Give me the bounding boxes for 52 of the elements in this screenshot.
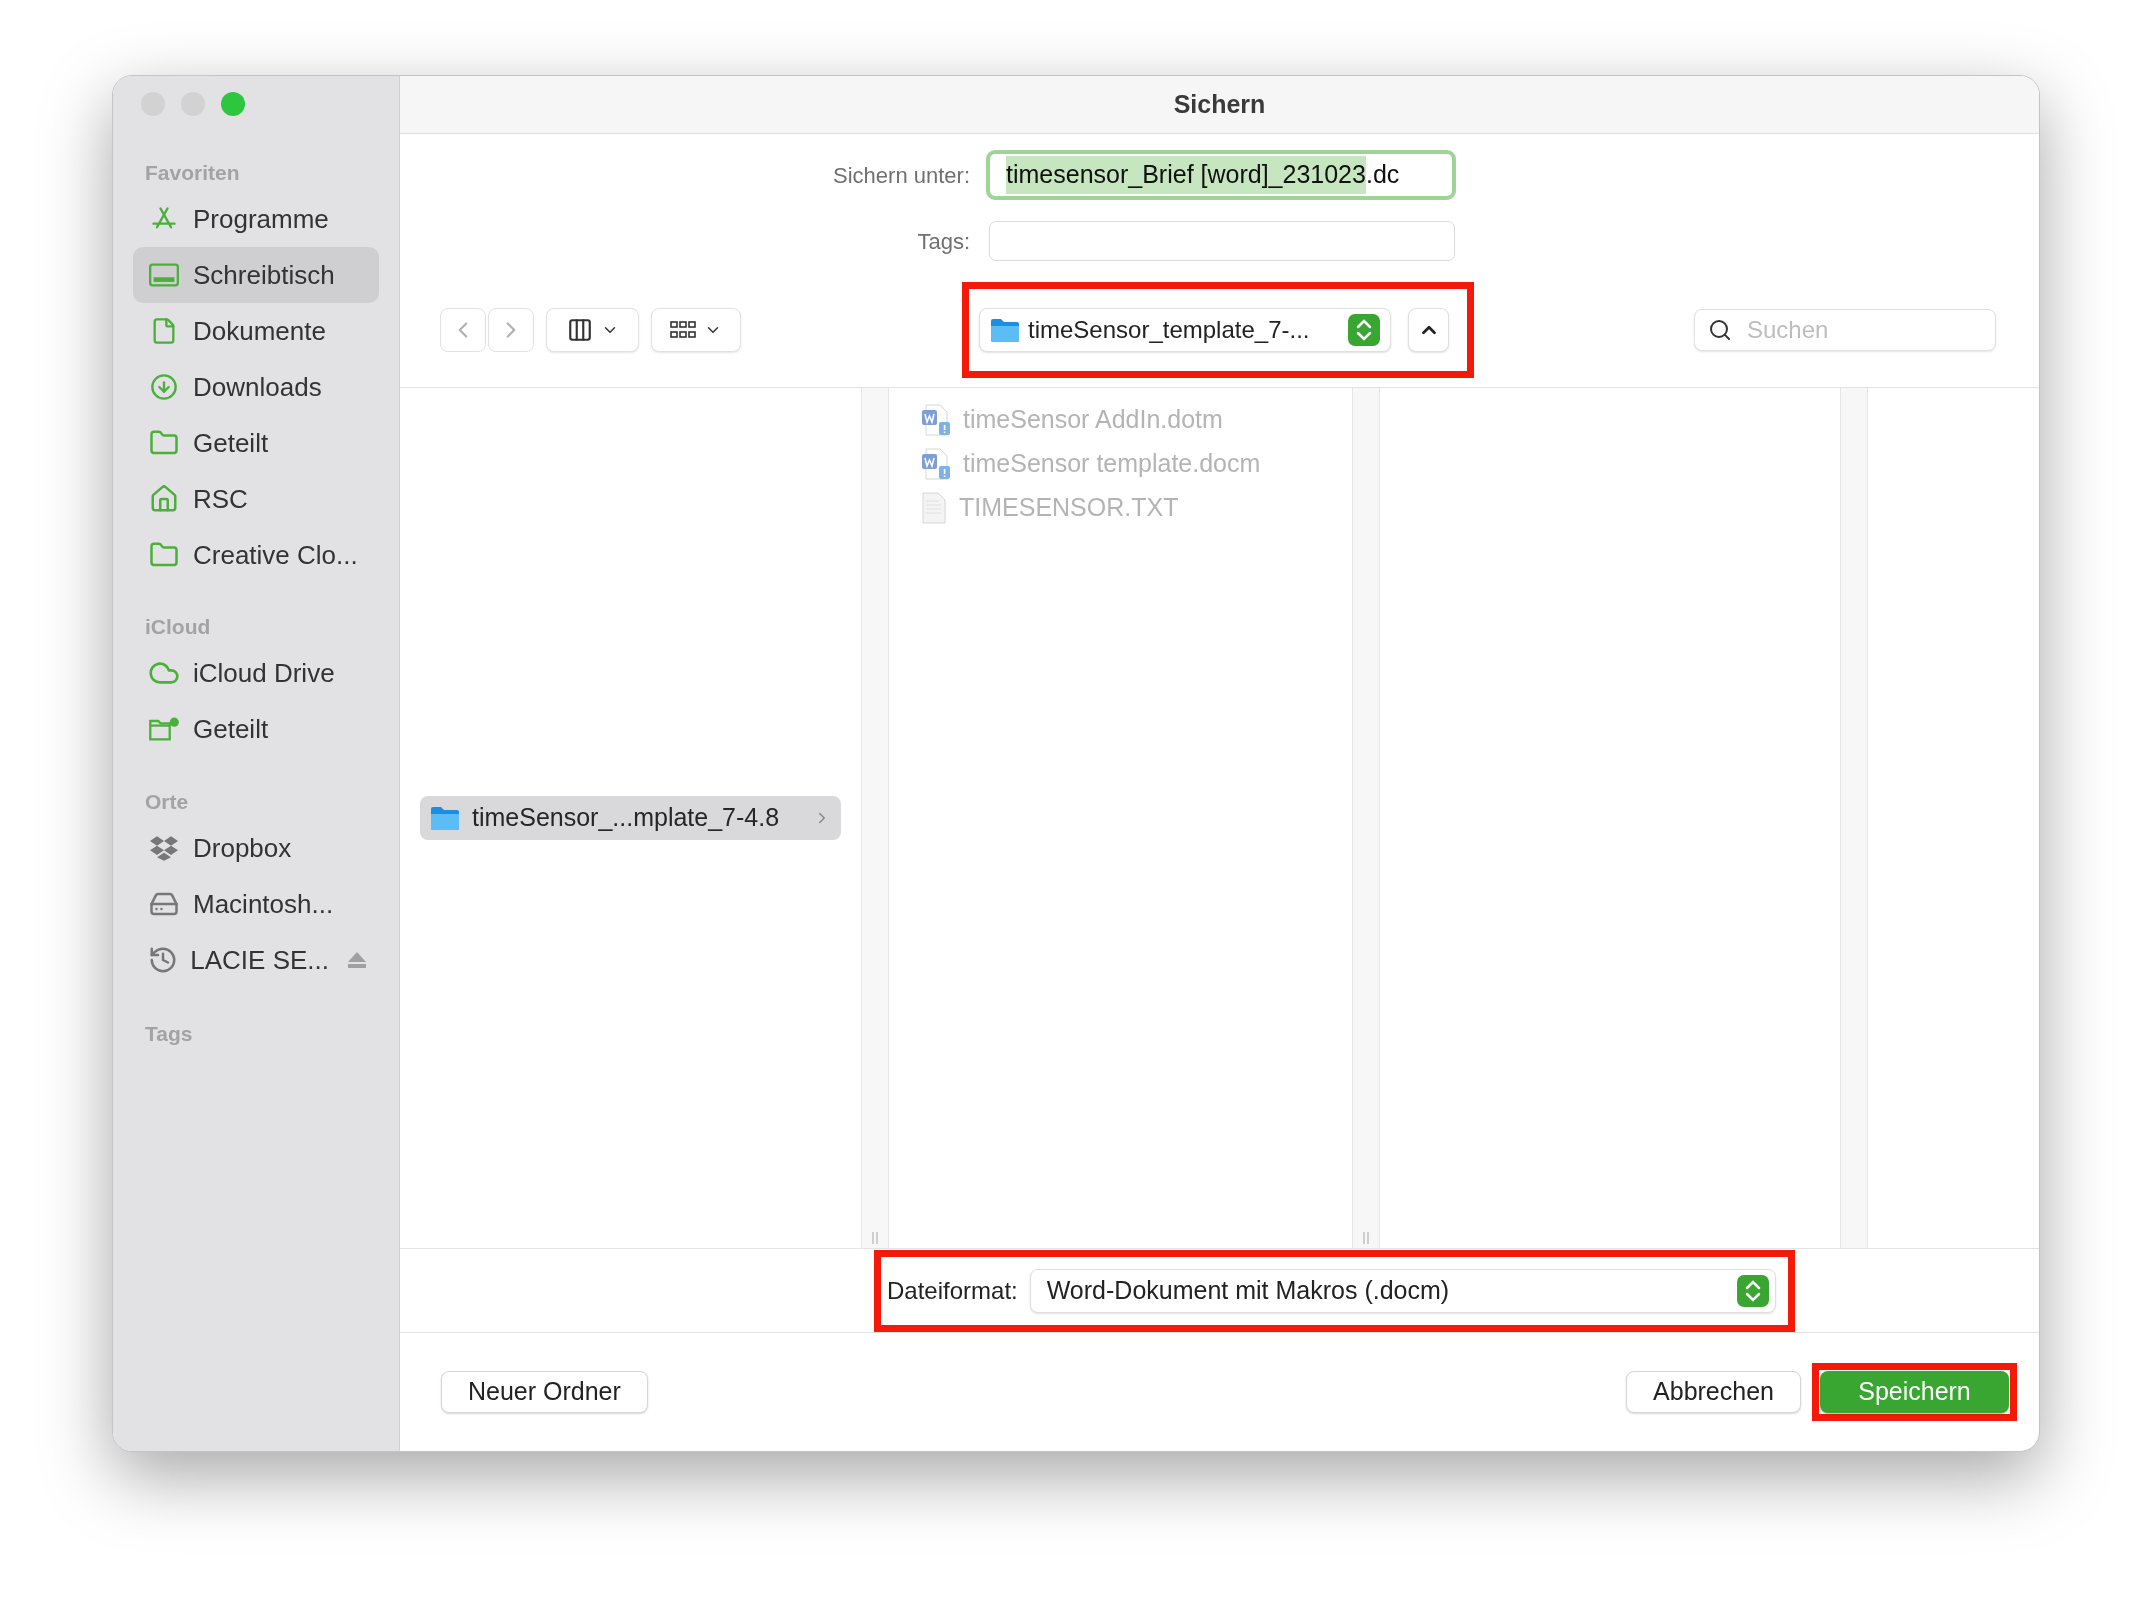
sidebar-item[interactable]: RSC [133, 471, 379, 527]
filename-field[interactable]: timesensor_Brief [word]_231023.dc [986, 150, 1456, 200]
section-header: iCloud [145, 614, 211, 641]
columns-icon [566, 317, 593, 343]
word-document-icon [921, 448, 951, 480]
format-popup[interactable]: Word-Dokument mit Makros (.docm) [1029, 1268, 1776, 1313]
sidebar-item[interactable]: Dropbox [133, 820, 379, 876]
sidebar-item[interactable]: Geteilt [133, 415, 379, 471]
stepper-icon [1736, 1274, 1769, 1307]
section-header: Orte [145, 789, 189, 816]
sidebar-item[interactable]: LACIE SE... [133, 932, 379, 988]
collapse-button[interactable] [1408, 308, 1449, 352]
view-mode-button[interactable] [546, 308, 639, 352]
folder-icon [430, 805, 460, 831]
forward-button[interactable] [488, 308, 534, 352]
sidebar-item[interactable]: Macintosh... [133, 876, 379, 932]
download-icon [150, 373, 178, 401]
window-title: Sichern [1173, 88, 1266, 120]
grid-icon [670, 320, 696, 340]
field-label: Tags: [916, 227, 970, 256]
back-button[interactable] [440, 308, 486, 352]
home-icon [149, 484, 179, 514]
dialog-button[interactable]: Neuer Ordner [441, 1371, 648, 1413]
resize-handle-icon[interactable] [871, 1232, 879, 1244]
search-field[interactable]: Suchen [1694, 309, 1996, 351]
word-document-icon [921, 404, 951, 436]
sidebar-item[interactable]: Dokumente [133, 303, 379, 359]
folder-icon [990, 317, 1020, 343]
sidebar-item[interactable]: Creative Clo... [133, 527, 379, 583]
shared-folder-icon [148, 716, 180, 742]
group-button[interactable] [651, 308, 741, 352]
sidebar-item[interactable]: Schreibtisch [133, 247, 379, 303]
folder-row[interactable]: timeSensor_...mplate_7-4.8 [420, 796, 841, 840]
stepper-icon [1348, 314, 1380, 346]
location-popup[interactable]: timeSensor_template_7-... [979, 308, 1391, 352]
sidebar-item[interactable]: Programme [133, 191, 379, 247]
window-control[interactable] [221, 92, 245, 116]
boxes-icon [150, 835, 178, 861]
section-header: Tags [145, 1021, 193, 1048]
search-icon [1708, 318, 1732, 342]
sidebar-item[interactable]: Geteilt [133, 701, 379, 757]
text-file-icon [921, 492, 947, 524]
desktop-icon [149, 262, 179, 288]
field-label: Sichern unter: [832, 161, 970, 190]
eject-icon [347, 951, 367, 969]
dialog-button[interactable]: Abbrechen [1626, 1371, 1801, 1413]
tags-field[interactable] [989, 221, 1455, 261]
format-label: Dateiformat: [887, 1275, 1018, 1306]
sidebar-item[interactable]: iCloud Drive [133, 645, 379, 701]
section-header: Favoriten [145, 160, 240, 187]
sidebar-item[interactable]: Downloads [133, 359, 379, 415]
resize-handle-icon[interactable] [1362, 1232, 1370, 1244]
